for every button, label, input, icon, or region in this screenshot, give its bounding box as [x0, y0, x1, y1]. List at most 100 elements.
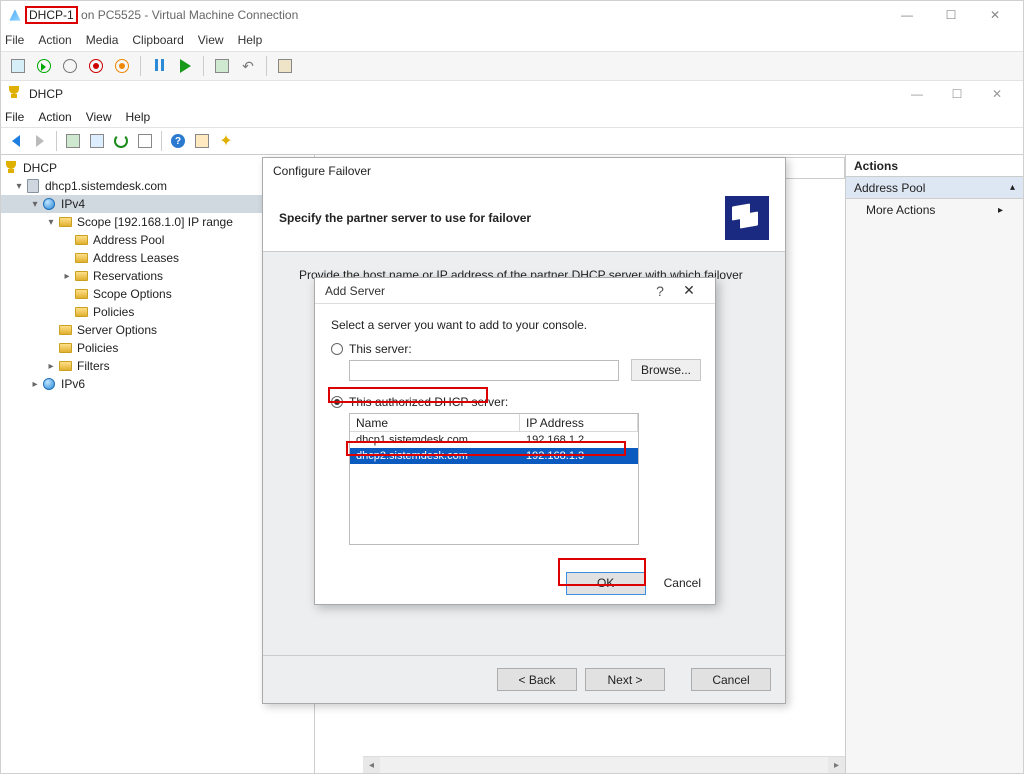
actions-header-label: Actions	[854, 159, 898, 173]
tb-start-icon[interactable]	[33, 55, 55, 77]
next-button-label: Next >	[607, 673, 642, 687]
actions-more[interactable]: More Actions ▸	[846, 199, 1023, 221]
vm-maximize-button[interactable]: ☐	[929, 1, 973, 29]
col-name-label: Name	[356, 416, 388, 430]
browse-button[interactable]: Browse...	[631, 359, 701, 381]
wizard-header: Specify the partner server to use for fa…	[263, 184, 785, 252]
actions-section-label: Address Pool	[854, 181, 925, 195]
tb-save-icon[interactable]	[111, 55, 133, 77]
dhcp-minimize-button[interactable]: —	[897, 82, 937, 106]
vm-menu-action[interactable]: Action	[38, 33, 71, 47]
submenu-icon: ▸	[998, 205, 1003, 216]
tb-enhanced-icon[interactable]	[274, 55, 296, 77]
ok-button[interactable]: OK	[566, 572, 646, 595]
tree-filters-label: Filters	[77, 359, 110, 373]
nav-forward-icon[interactable]	[29, 130, 51, 152]
radio-icon	[331, 396, 343, 408]
folder-icon	[73, 233, 89, 247]
browse-button-label: Browse...	[641, 363, 691, 377]
back-button[interactable]: < Back	[497, 668, 577, 691]
vm-close-button[interactable]: ✕	[973, 1, 1017, 29]
tree-ipv4-label: IPv4	[61, 197, 85, 211]
horizontal-scrollbar[interactable]: ◂ ▸	[363, 756, 845, 773]
scroll-right-icon[interactable]: ▸	[828, 757, 845, 773]
server-icon	[25, 179, 41, 193]
vm-menu-media[interactable]: Media	[86, 33, 119, 47]
expander-icon[interactable]: ▾	[29, 199, 41, 210]
wizard-title-label: Configure Failover	[273, 164, 371, 178]
close-button[interactable]: ✕	[673, 282, 705, 299]
dhcp-maximize-button[interactable]: ☐	[937, 82, 977, 106]
expander-icon[interactable]: ▸	[61, 271, 73, 282]
tree-scope-options-label: Scope Options	[93, 287, 172, 301]
tb-checkpoint-icon[interactable]	[211, 55, 233, 77]
wizard-title: Configure Failover	[263, 158, 785, 184]
addserver-body: Select a server you want to add to your …	[315, 304, 715, 562]
server-row-1[interactable]: dhcp2.sistemdesk.com 192.168.1.3	[350, 448, 638, 464]
globe-icon	[41, 377, 57, 391]
folder-icon	[57, 359, 73, 373]
wizard-cancel-button[interactable]: Cancel	[691, 668, 771, 691]
tree-root-label: DHCP	[23, 161, 57, 175]
this-server-input[interactable]	[349, 360, 619, 381]
tb-pause-icon[interactable]	[148, 55, 170, 77]
radio-this-server[interactable]: This server:	[331, 342, 699, 356]
scroll-left-icon[interactable]: ◂	[363, 757, 380, 773]
col-name[interactable]: Name	[350, 414, 520, 431]
expander-icon[interactable]: ▸	[45, 361, 57, 372]
tb-show-hide-icon[interactable]	[62, 130, 84, 152]
vm-menu-help[interactable]: Help	[238, 33, 263, 47]
globe-icon	[41, 197, 57, 211]
expander-icon[interactable]: ▾	[45, 217, 57, 228]
tb-help-icon[interactable]: ?	[167, 130, 189, 152]
dhcp-menu-action[interactable]: Action	[38, 110, 71, 124]
tree-address-pool-label: Address Pool	[93, 233, 164, 247]
actions-header: Actions	[846, 155, 1023, 177]
vm-app-icon	[7, 7, 23, 23]
tree-scope-policies-label: Policies	[93, 305, 134, 319]
dhcp-close-button[interactable]: ✕	[977, 82, 1017, 106]
expander-icon[interactable]: ▾	[13, 181, 25, 192]
wizard-heading: Specify the partner server to use for fa…	[279, 211, 531, 225]
add-server-dialog: Add Server ? ✕ Select a server you want …	[314, 277, 716, 605]
server-row-name: dhcp2.sistemdesk.com	[350, 448, 520, 464]
tree-ipv6-label: IPv6	[61, 377, 85, 391]
nav-back-icon[interactable]	[5, 130, 27, 152]
server-list[interactable]: Name IP Address dhcp1.sistemdesk.com 192…	[349, 413, 639, 545]
vm-menu-view[interactable]: View	[198, 33, 224, 47]
tb-turnoff-icon[interactable]	[59, 55, 81, 77]
tree-server-policies-label: Policies	[77, 341, 118, 355]
next-button[interactable]: Next >	[585, 668, 665, 691]
radio-authorized-server[interactable]: This authorized DHCP server:	[331, 395, 699, 409]
expander-icon[interactable]: ▸	[29, 379, 41, 390]
addserver-titlebar: Add Server ? ✕	[315, 278, 715, 304]
radio-this-server-label: This server:	[349, 342, 412, 356]
tb-properties-icon[interactable]	[86, 130, 108, 152]
actions-section[interactable]: Address Pool ▴	[846, 177, 1023, 199]
addserver-prompt: Select a server you want to add to your …	[331, 318, 699, 332]
server-list-header: Name IP Address	[350, 414, 638, 432]
dhcp-menu-view[interactable]: View	[86, 110, 112, 124]
server-row-0[interactable]: dhcp1.sistemdesk.com 192.168.1.2	[350, 432, 638, 448]
col-ip[interactable]: IP Address	[520, 414, 638, 431]
addserver-footer: OK Cancel	[315, 562, 715, 604]
dhcp-menu-file[interactable]: File	[5, 110, 24, 124]
tb-new-icon[interactable]: ✦	[215, 130, 237, 152]
tree-address-leases-label: Address Leases	[93, 251, 179, 265]
tb-revert-icon[interactable]: ↶	[237, 55, 259, 77]
tb-shutdown-icon[interactable]	[85, 55, 107, 77]
vm-minimize-button[interactable]: —	[885, 1, 929, 29]
tb-ctrl-alt-del-icon[interactable]	[7, 55, 29, 77]
vm-menu-file[interactable]: File	[5, 33, 24, 47]
dhcp-toolbar: ? ✦	[1, 127, 1023, 155]
vm-menu-clipboard[interactable]: Clipboard	[132, 33, 183, 47]
tb-resume-icon[interactable]	[174, 55, 196, 77]
vm-title-highlight: DHCP-1	[25, 6, 78, 24]
tb-options-icon[interactable]	[191, 130, 213, 152]
server-row-ip: 192.168.1.3	[520, 448, 638, 464]
dhcp-menu-help[interactable]: Help	[126, 110, 151, 124]
addserver-cancel-button[interactable]: Cancel	[664, 572, 701, 595]
tb-export-icon[interactable]	[134, 130, 156, 152]
tb-refresh-icon[interactable]	[110, 130, 132, 152]
help-button[interactable]: ?	[647, 283, 673, 299]
